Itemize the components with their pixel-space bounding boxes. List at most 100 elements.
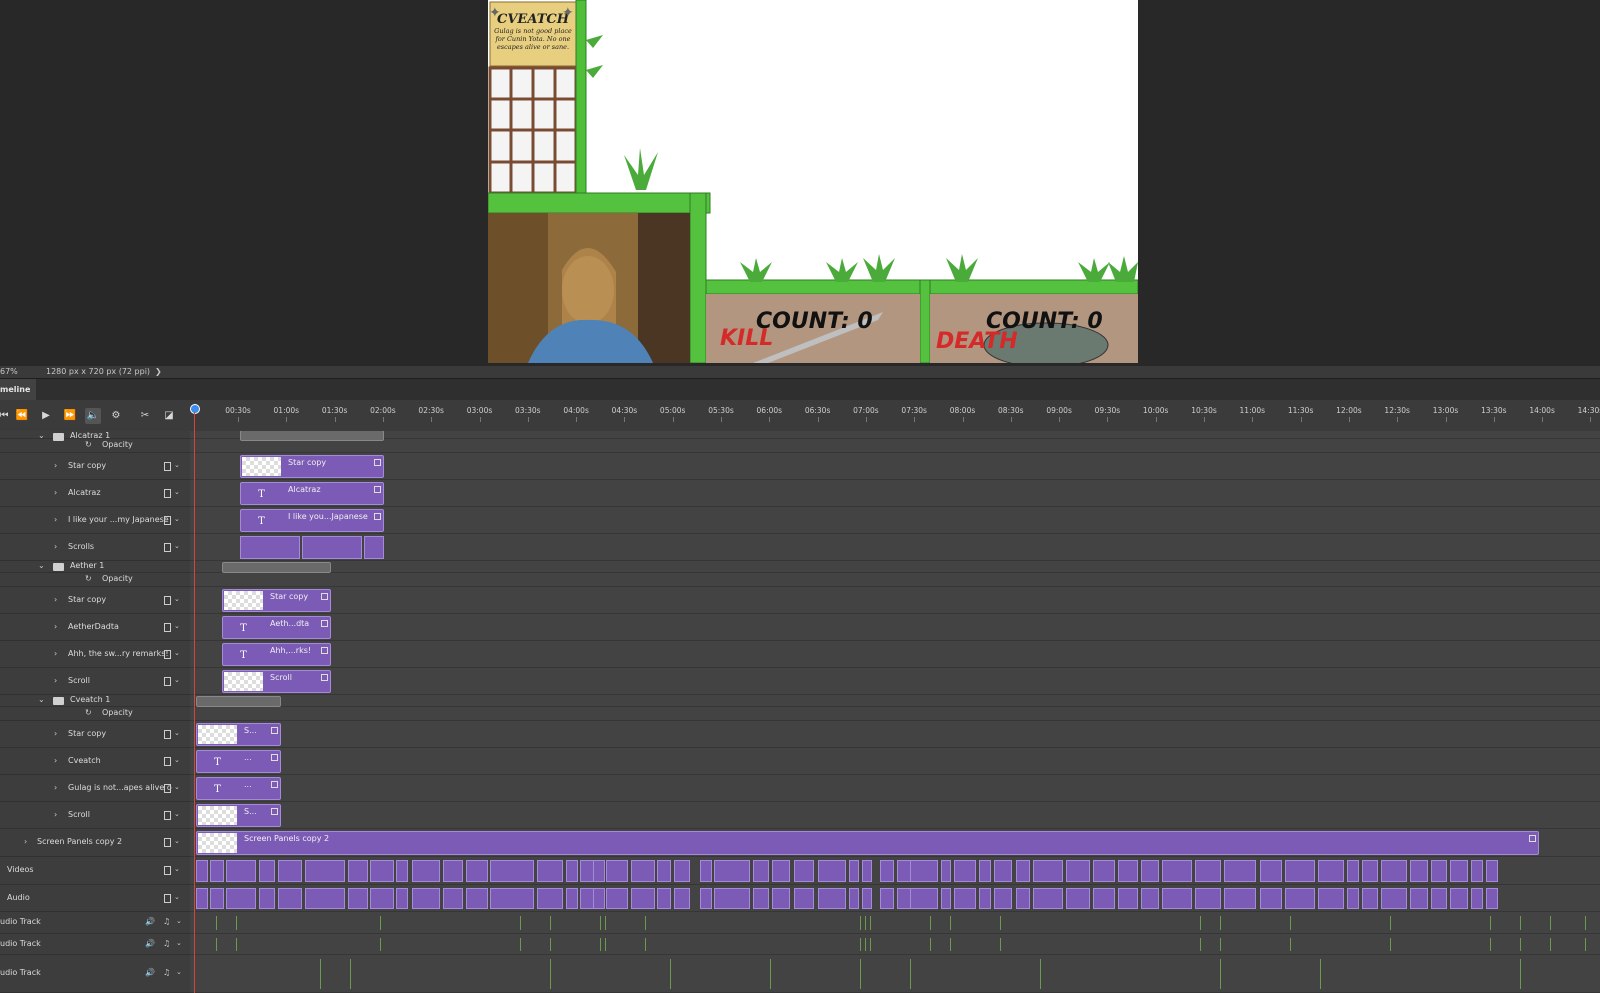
layer-row[interactable]: › AetherDadta ⌄ [0,614,190,641]
video-segment[interactable] [566,860,578,882]
audio-segment[interactable] [910,888,938,909]
audio-segment[interactable] [753,888,769,909]
video-segment[interactable] [1066,860,1090,882]
audio-segment[interactable] [1195,888,1221,909]
audio-segment[interactable] [1450,888,1468,909]
layer-row[interactable]: Videos ⌄ [0,857,190,885]
track-row[interactable] [190,748,1600,775]
audio-segment[interactable] [210,888,224,909]
layer-row[interactable]: › Star copy ⌄ [0,587,190,614]
audio-segment[interactable] [941,888,951,909]
dropdown-chevron-icon[interactable]: ⌄ [176,968,182,976]
audio-segment[interactable] [396,888,408,909]
layer-row[interactable]: › Scroll ⌄ [0,668,190,695]
go-to-first-frame-icon[interactable]: ⏮ [0,408,12,424]
video-segment[interactable] [1162,860,1192,882]
transition-icon[interactable]: ◪ [161,408,177,424]
audio-segment[interactable] [1016,888,1030,909]
track-row[interactable] [190,641,1600,668]
video-segment[interactable] [1093,860,1115,882]
layer-row[interactable]: › Screen Panels copy 2 ⌄ [0,829,190,857]
filmstrip-icon[interactable] [164,893,171,903]
video-segment[interactable] [1285,860,1315,882]
audio-segment[interactable] [1260,888,1282,909]
filmstrip-icon[interactable] [164,810,171,820]
clip-scroll[interactable]: S... [196,804,281,827]
track-row[interactable] [190,573,1600,587]
layer-row[interactable]: › Ahh, the sw...ry remarks! ⌄ [0,641,190,668]
layer-row[interactable]: › Scroll ⌄ [0,802,190,829]
track-row[interactable] [190,534,1600,561]
clip-end-icon[interactable] [374,513,381,520]
clip-end-icon[interactable] [321,593,328,600]
clip-end-icon[interactable] [271,808,278,815]
video-segment[interactable] [897,860,911,882]
audio-segment[interactable] [1141,888,1159,909]
audio-segment[interactable] [674,888,690,909]
clip-end-icon[interactable] [321,674,328,681]
dropdown-chevron-icon[interactable]: ⌄ [174,810,180,818]
filmstrip-icon[interactable] [164,595,171,605]
video-segment[interactable] [1260,860,1282,882]
video-segment[interactable] [580,860,594,882]
audio-segment[interactable] [994,888,1012,909]
video-segment[interactable] [1141,860,1159,882]
video-segment[interactable] [305,860,345,882]
audio-segment[interactable] [631,888,655,909]
video-segment[interactable] [537,860,563,882]
audio-segment[interactable] [1118,888,1138,909]
video-segment[interactable] [1381,860,1407,882]
group-duration-bar[interactable] [222,561,331,573]
layer-row[interactable]: › I like your ...my Japanese ⌄ [0,507,190,534]
clip-scrolls-segment[interactable] [302,536,362,559]
audio-segment[interactable] [226,888,256,909]
layer-row[interactable]: › Star copy ⌄ [0,721,190,748]
layer-row[interactable]: Audio ⌄ [0,885,190,912]
audio-segment[interactable] [849,888,859,909]
track-area[interactable]: Star copy T Alcatraz T I like you...Japanese… [190,431,1600,993]
expand-chevron-icon[interactable]: › [54,595,57,604]
settings-gear-icon[interactable]: ⚙ [108,408,124,424]
expand-chevron-icon[interactable]: › [54,676,57,685]
music-note-icon[interactable]: ♫ [163,968,170,977]
clip-end-icon[interactable] [374,459,381,466]
video-segment[interactable] [772,860,790,882]
track-row[interactable] [190,721,1600,748]
clip-cveatch[interactable]: T... [196,750,281,773]
zoom-level[interactable]: 67% [0,366,18,378]
dropdown-chevron-icon[interactable]: ⌄ [176,939,182,947]
audio-mute-icon[interactable]: 🔈 [85,408,101,424]
track-row[interactable] [190,453,1600,480]
track-row[interactable] [190,507,1600,534]
clip-end-icon[interactable] [271,754,278,761]
dropdown-chevron-icon[interactable]: ⌄ [174,865,180,873]
audio-segment[interactable] [606,888,628,909]
layer-row[interactable]: › Gulag is not...apes alive o ⌄ [0,775,190,802]
video-segment[interactable] [412,860,440,882]
dropdown-chevron-icon[interactable]: ⌄ [174,893,180,901]
clip-screen-panels[interactable]: Screen Panels copy 2 [196,831,1539,855]
clip-star-copy[interactable]: Star copy [222,589,331,612]
audio-segment[interactable] [443,888,463,909]
audio-segment[interactable] [818,888,846,909]
play-icon[interactable]: ▶ [38,408,54,424]
status-menu-arrow[interactable]: ❯ [155,366,162,378]
video-segment[interactable] [910,860,938,882]
filmstrip-icon[interactable] [164,729,171,739]
video-segment[interactable] [657,860,671,882]
layer-row[interactable]: › Scrolls ⌄ [0,534,190,561]
dropdown-chevron-icon[interactable]: ⌄ [176,917,182,925]
video-segment[interactable] [954,860,976,882]
audio-segment[interactable] [1347,888,1359,909]
clip-scrolls-segment[interactable] [240,536,300,559]
dropdown-chevron-icon[interactable]: ⌄ [174,595,180,603]
video-segment[interactable] [443,860,463,882]
track-row[interactable] [190,802,1600,829]
expand-chevron-icon[interactable]: › [54,756,57,765]
keyframe-stopwatch-icon[interactable]: ↻ [85,440,92,449]
expand-chevron-icon[interactable]: › [24,837,27,846]
audio-segment[interactable] [862,888,872,909]
clip-scroll[interactable]: Scroll [222,670,331,693]
video-segment[interactable] [210,860,224,882]
video-segment[interactable] [490,860,534,882]
